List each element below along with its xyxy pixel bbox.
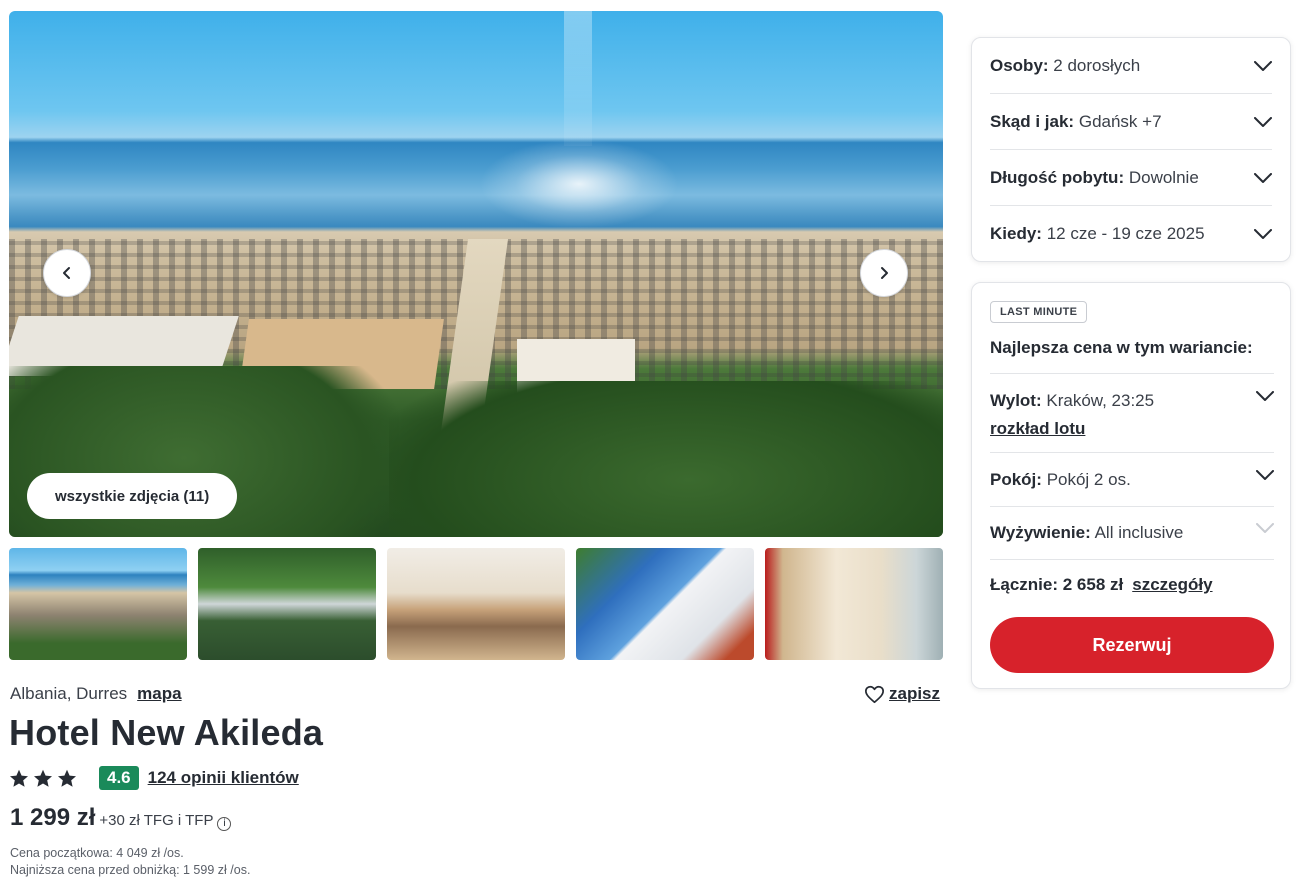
filter-value: 12 cze - 19 cze 2025 [1046,224,1205,243]
board-value: All inclusive [1094,523,1184,542]
thumbnail-hotel-building[interactable] [576,548,754,660]
filter-departure[interactable]: Skąd i jak: Gdańsk +7 [990,94,1272,150]
location-text: Albania, Durres [10,684,128,703]
filter-label: Osoby: [990,55,1049,75]
gallery-next-button[interactable] [860,249,908,297]
price-row: 1 299 zł +30 zł TFG i TFP i [10,804,232,832]
filter-dates[interactable]: Kiedy: 12 cze - 19 cze 2025 [990,206,1272,262]
chevron-left-icon [63,267,70,279]
hotel-name: Hotel New Akileda [9,712,324,753]
best-price-title: Najlepsza cena w tym wariancie: [990,338,1253,357]
board-option: Wyżywienie: All inclusive [990,523,1274,543]
hotel-location: Albania, Durres mapa [10,684,182,704]
map-link[interactable]: mapa [137,684,181,704]
filter-dates-text: Kiedy: 12 cze - 19 cze 2025 [990,224,1205,244]
flight-option[interactable]: Wylot: Kraków, 23:25 [990,391,1274,411]
chevron-down-icon [1254,116,1272,127]
price: 1 299 zł [10,804,96,831]
rating-row: 4.6 124 opinii klientów [9,765,299,791]
thumbnail-beach[interactable] [9,548,187,660]
divider [990,373,1274,374]
filter-value: Gdańsk +7 [1078,111,1162,131]
filter-duration[interactable]: Długość pobytu: Dowolnie [990,150,1272,206]
star-icon [34,769,52,787]
chevron-down-icon [1254,60,1272,71]
reserve-button[interactable]: Rezerwuj [990,617,1274,673]
room-text: Pokój: Pokój 2 os. [990,470,1131,490]
filter-value: 2 dorosłych [1053,55,1141,75]
filter-value: Dowolnie [1128,167,1199,187]
all-photos-button[interactable]: wszystkie zdjęcia (11) [27,473,238,519]
flight-schedule-link[interactable]: rozkład lotu [990,419,1085,439]
room-value: Pokój 2 os. [1046,470,1131,489]
search-filters-panel: Osoby: 2 dorosłych Skąd i jak: Gdańsk +7… [971,37,1291,262]
lowest-price-note: Najniższa cena przed obniżką: 1 599 zł /… [10,863,251,877]
rating-score-badge: 4.6 [99,766,139,790]
board-label: Wyżywienie: [990,523,1091,542]
chevron-down-icon [1256,523,1274,533]
thumbnail-restaurant-garden[interactable] [198,548,376,660]
total-label: Łącznie: 2 658 zł [990,575,1124,594]
price-details-link[interactable]: szczegóły [1132,575,1212,595]
filter-persons[interactable]: Osoby: 2 dorosłych [990,38,1272,94]
filter-label: Długość pobytu: [990,167,1125,187]
filter-persons-text: Osoby: 2 dorosłych [990,56,1140,76]
booking-panel: LAST MINUTE Najlepsza cena w tym warianc… [971,282,1291,689]
filter-label: Skąd i jak: [990,111,1075,131]
chevron-down-icon [1254,172,1272,183]
room-option[interactable]: Pokój: Pokój 2 os. [990,470,1274,490]
flight-value: Kraków, 23:25 [1046,391,1155,410]
sea-glare [479,139,679,229]
flight-label: Wylot: [990,391,1042,410]
last-minute-badge: LAST MINUTE [990,301,1088,323]
hero-photo[interactable] [9,11,943,537]
flight-text: Wylot: Kraków, 23:25 [990,391,1154,411]
divider [990,452,1274,453]
gallery-prev-button[interactable] [43,249,91,297]
divider [990,506,1274,507]
room-label: Pokój: [990,470,1042,489]
thumbnail-strip [9,548,943,660]
trees [389,381,943,537]
divider [990,559,1274,560]
chevron-down-icon [1256,470,1274,480]
info-icon[interactable]: i [217,816,232,831]
star-icon [10,769,28,787]
save-button[interactable]: zapisz [864,684,940,704]
chevron-down-icon [1256,391,1274,401]
filter-label: Kiedy: [990,224,1042,243]
heart-icon [865,685,884,703]
thumbnail-hotel-room[interactable] [765,548,943,660]
thumbnail-dining-room[interactable] [387,548,565,660]
chevron-down-icon [1254,229,1272,239]
save-label: zapisz [889,684,941,703]
chevron-right-icon [881,267,888,279]
reviews-link[interactable]: 124 opinii klientów [148,768,299,788]
filter-duration-text: Długość pobytu: Dowolnie [990,168,1199,188]
price-extra: +30 zł TFG i TFP [99,812,214,829]
board-text: Wyżywienie: All inclusive [990,523,1183,543]
initial-price-note: Cena początkowa: 4 049 zł /os. [10,846,184,860]
filter-departure-text: Skąd i jak: Gdańsk +7 [990,112,1162,132]
hotel-stars [9,769,77,788]
sky-light [564,11,592,146]
total-price: Łącznie: 2 658 zł szczegóły [990,575,1213,595]
star-icon [58,769,76,787]
